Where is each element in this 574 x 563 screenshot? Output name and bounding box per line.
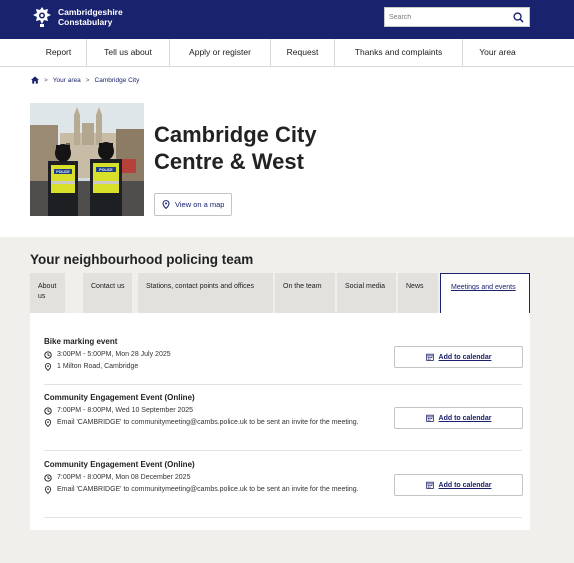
tab-label: Stations, contact points and offices: [146, 283, 255, 290]
add-to-calendar-button[interactable]: Add to calendar: [394, 407, 523, 429]
event-location: Email 'CAMBRIDGE' to communitymeeting@ca…: [57, 419, 359, 426]
add-to-calendar-label: Add to calendar: [438, 481, 492, 489]
add-to-calendar-button[interactable]: Add to calendar: [394, 346, 523, 368]
nav-item-request[interactable]: Request: [270, 39, 334, 66]
calendar-icon: [425, 414, 434, 422]
search-box: [384, 7, 530, 27]
nav-item-tell-us-about[interactable]: Tell us about: [86, 39, 169, 66]
tab-news[interactable]: News: [398, 273, 440, 313]
view-on-map-label: View on a map: [175, 200, 225, 209]
search-input[interactable]: [385, 9, 511, 25]
breadcrumb-cambridge-city[interactable]: Cambridge City: [95, 77, 140, 84]
breadcrumb-your-area[interactable]: Your area: [53, 77, 81, 84]
event-location: 1 Milton Road, Cambridge: [57, 363, 139, 370]
tab-label: Social media: [345, 283, 386, 290]
map-pin-icon: [162, 200, 170, 209]
calendar-icon: [425, 353, 434, 361]
event-title: Community Engagement Event (Online): [44, 393, 195, 402]
logo-text-line1: Cambridgeshire: [58, 7, 123, 17]
hero-image-badge: POLICE: [99, 168, 113, 172]
breadcrumb-separator: >: [44, 76, 48, 84]
main-nav: Report Tell us about Apply or register R…: [0, 39, 574, 67]
tab-on-the-team[interactable]: On the team: [275, 273, 337, 313]
clock-icon: [44, 407, 52, 415]
team-section-title: Your neighbourhood policing team: [30, 252, 254, 267]
site-logo[interactable]: Cambridgeshire Constabulary: [33, 7, 123, 27]
nav-item-your-area[interactable]: Your area: [462, 39, 532, 66]
hero-image-badge: POLICE: [56, 170, 70, 174]
page-title: Cambridge City Centre & West: [154, 122, 317, 174]
map-pin-icon: [44, 419, 52, 427]
add-to-calendar-label: Add to calendar: [438, 414, 492, 422]
event-time: 7:00PM - 8:00PM, Wed 10 September 2025: [57, 407, 194, 414]
add-to-calendar-label: Add to calendar: [438, 353, 492, 361]
add-to-calendar-button[interactable]: Add to calendar: [394, 474, 523, 496]
tab-contact-us[interactable]: Contact us: [83, 273, 134, 313]
search-icon[interactable]: [513, 12, 524, 23]
tab-meetings-and-events[interactable]: Meetings and events: [440, 273, 530, 314]
nav-item-thanks-and-complaints[interactable]: Thanks and complaints: [334, 39, 462, 66]
meetings-panel: Bike marking event 3:00PM - 5:00PM, Mon …: [30, 313, 530, 530]
calendar-icon: [425, 481, 434, 489]
map-pin-icon: [44, 363, 52, 371]
event-title: Bike marking event: [44, 337, 118, 346]
event-time: 3:00PM - 5:00PM, Mon 28 July 2025: [57, 351, 171, 358]
breadcrumb-separator: >: [85, 76, 90, 84]
tab-about-us[interactable]: About us: [30, 273, 67, 313]
tab-label: About us: [38, 283, 57, 300]
police-crest-icon: [33, 7, 51, 27]
tab-stations[interactable]: Stations, contact points and offices: [138, 273, 275, 313]
tab-label: Meetings and events: [451, 284, 516, 291]
home-icon[interactable]: [31, 76, 39, 84]
nav-item-report[interactable]: Report: [31, 39, 86, 66]
tab-label: On the team: [283, 283, 322, 290]
clock-icon: [44, 474, 52, 482]
area-hero-image: POLICE POLICE: [30, 103, 144, 216]
site-header: Cambridgeshire Constabulary: [0, 0, 574, 39]
logo-text-line2: Constabulary: [58, 17, 113, 27]
nav-item-apply-or-register[interactable]: Apply or register: [169, 39, 270, 66]
map-pin-icon: [44, 486, 52, 494]
team-tabs: About us Contact us Stations, contact po…: [30, 273, 530, 314]
breadcrumb: > Your area > Cambridge City: [31, 76, 139, 84]
tab-label: News: [406, 283, 424, 290]
event-time: 7:00PM - 8:00PM, Mon 08 December 2025: [57, 474, 191, 481]
clock-icon: [44, 351, 52, 359]
view-on-map-button[interactable]: View on a map: [154, 193, 232, 216]
tab-label: Contact us: [91, 283, 125, 290]
tab-social-media[interactable]: Social media: [337, 273, 398, 313]
event-title: Community Engagement Event (Online): [44, 460, 195, 469]
event-location: Email 'CAMBRIDGE' to communitymeeting@ca…: [57, 486, 359, 493]
